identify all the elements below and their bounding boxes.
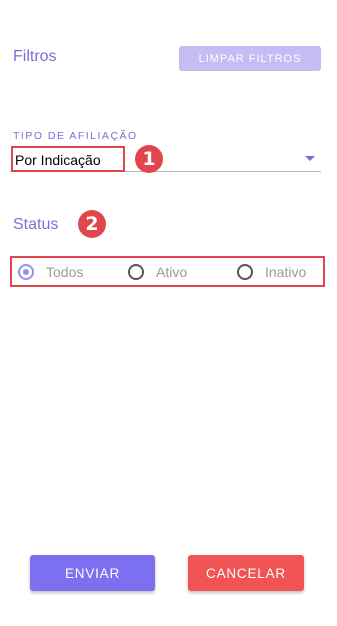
radio-unchecked-icon[interactable] xyxy=(128,263,144,280)
affiliation-type-label: TIPO DE AFILIAÇÃO xyxy=(13,130,138,142)
step-marker-1: 1 xyxy=(135,145,163,173)
status-label: Status xyxy=(13,216,59,233)
radio-option-todos[interactable]: Todos xyxy=(18,263,84,280)
radio-option-label: Inativo xyxy=(265,263,307,280)
affiliation-type-select[interactable]: Por Indicação xyxy=(10,146,321,172)
radio-option-label: Ativo xyxy=(156,263,188,280)
radio-option-ativo[interactable]: Ativo xyxy=(128,263,188,280)
send-button[interactable]: ENVIAR xyxy=(30,555,155,591)
filters-title: Filtros xyxy=(13,48,57,65)
radio-option-label: Todos xyxy=(46,263,84,280)
cancel-button[interactable]: CANCELAR xyxy=(188,555,304,591)
step-marker-2: 2 xyxy=(78,210,106,238)
radio-unchecked-icon[interactable] xyxy=(237,263,253,280)
radio-option-inativo[interactable]: Inativo xyxy=(237,263,307,280)
affiliation-type-value: Por Indicação xyxy=(11,146,125,172)
status-radio-group: Todos Ativo Inativo xyxy=(10,256,325,287)
dropdown-arrow-icon[interactable] xyxy=(305,156,315,161)
clear-filters-button[interactable]: LIMPAR FILTROS xyxy=(179,46,321,71)
radio-checked-icon[interactable] xyxy=(18,263,34,280)
